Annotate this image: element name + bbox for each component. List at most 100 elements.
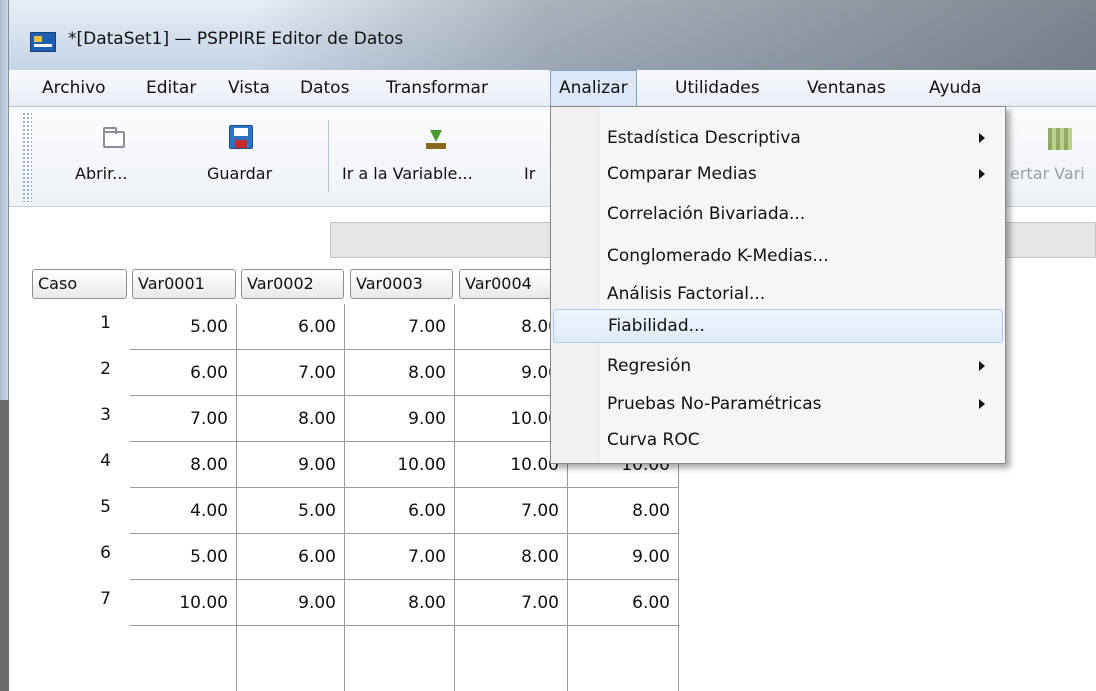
data-cell[interactable]: 4.00 [130,488,237,534]
psppire-app-icon[interactable] [30,32,56,52]
menu-label: Analizar [559,78,628,98]
column-header-caso[interactable]: Caso [32,269,127,299]
column-header-var0004[interactable]: Var0004 [459,269,562,299]
psppire-window: *[DataSet1] — PSPPIRE Editor de Datos Ar… [0,0,1096,691]
menu-label: Transformar [386,78,488,98]
data-cell[interactable]: 7.00 [130,396,237,442]
data-cell[interactable]: 8.00 [130,442,237,488]
row-header-case[interactable]: 5 [30,497,117,517]
data-cell[interactable]: 6.00 [345,488,455,534]
title-bar[interactable]: *[DataSet1] — PSPPIRE Editor de Datos [0,0,1096,70]
grid-column-line [678,626,679,691]
menu-transformar[interactable]: Transformar [378,70,496,107]
menu-item-curva-roc[interactable]: Curva ROC [553,423,1003,457]
data-cell[interactable]: 8.00 [568,488,679,534]
grid-column-line [454,626,455,691]
data-cell[interactable]: 7.00 [455,580,568,626]
menu-item-label: Pruebas No-Paramétricas [607,394,822,414]
menu-label: Ventanas [807,78,886,98]
menu-item-label: Fiabilidad... [608,316,705,336]
goto-variable-button[interactable]: Ir a la Variable... [342,164,473,183]
menu-label: Datos [300,78,350,98]
data-cell[interactable]: 5.00 [130,534,237,580]
menu-archivo[interactable]: Archivo [34,70,114,107]
submenu-arrow-icon [979,399,985,409]
data-cell[interactable]: 10.00 [130,580,237,626]
data-cell[interactable]: 7.00 [455,488,568,534]
data-cell[interactable]: 9.00 [345,396,455,442]
folder-open-icon[interactable] [103,127,125,148]
data-cell[interactable]: 8.00 [237,396,345,442]
save-button[interactable]: Guardar [207,164,272,183]
data-cell[interactable]: 5.00 [130,304,237,350]
grid-column-line [567,626,568,691]
data-cell[interactable]: 7.00 [345,534,455,580]
menu-ventanas[interactable]: Ventanas [799,70,894,107]
window-left-border [0,0,9,691]
menu-item-correlacion-bivariada[interactable]: Correlación Bivariada... [553,197,1003,231]
data-cell[interactable]: 6.00 [130,350,237,396]
submenu-arrow-icon [979,169,985,179]
submenu-arrow-icon [979,133,985,143]
data-cell[interactable]: 9.00 [237,580,345,626]
data-cell[interactable]: 5.00 [237,488,345,534]
menu-item-label: Estadística Descriptiva [607,128,801,148]
menu-bar: Archivo Editar Vista Datos Transformar A… [9,70,1096,108]
window-title: *[DataSet1] — PSPPIRE Editor de Datos [68,29,404,49]
menu-item-fiabilidad[interactable]: Fiabilidad... [553,309,1003,343]
menu-item-label: Análisis Factorial... [607,284,766,304]
data-cell[interactable]: 8.00 [345,350,455,396]
toolbar-grip[interactable] [22,112,32,202]
data-cell[interactable]: 9.00 [568,534,679,580]
menu-label: Vista [228,78,270,98]
toolbar-separator [328,120,329,192]
menu-item-conglomerado-k-medias[interactable]: Conglomerado K-Medias... [553,239,1003,273]
menu-item-pruebas-no-parametricas[interactable]: Pruebas No-Paramétricas [553,387,1003,421]
insert-variable-icon[interactable] [1048,128,1072,150]
data-cell[interactable]: 7.00 [345,304,455,350]
menu-item-estadistica-descriptiva[interactable]: Estadística Descriptiva [553,121,1003,155]
column-header-var0002[interactable]: Var0002 [241,269,344,299]
data-cell[interactable]: 9.00 [237,442,345,488]
menu-vista[interactable]: Vista [220,70,278,107]
menu-item-label: Comparar Medias [607,164,757,184]
data-cell[interactable]: 8.00 [455,534,568,580]
data-cell[interactable]: 6.00 [568,580,679,626]
row-header-case[interactable]: 1 [30,313,117,333]
row-header-case[interactable]: 2 [30,359,117,379]
open-button[interactable]: Abrir... [75,164,128,183]
row-header-case[interactable]: 7 [30,589,117,609]
analizar-dropdown-menu: Estadística Descriptiva Comparar Medias … [550,106,1006,464]
column-header-var0001[interactable]: Var0001 [132,269,236,299]
insert-variable-button[interactable]: ertar Vari [1010,164,1085,183]
menu-item-label: Regresión [607,356,692,376]
row-header-case[interactable]: 6 [30,543,117,563]
menu-item-label: Conglomerado K-Medias... [607,246,829,266]
goto-case-button-partial[interactable]: Ir [524,164,535,183]
data-cell[interactable]: 6.00 [237,304,345,350]
menu-label: Ayuda [929,78,982,98]
data-cell[interactable]: 10.00 [345,442,455,488]
row-header-case[interactable]: 3 [30,405,117,425]
submenu-arrow-icon [979,361,985,371]
menu-ayuda[interactable]: Ayuda [921,70,990,107]
menu-label: Editar [146,78,197,98]
menu-editar[interactable]: Editar [138,70,204,107]
menu-label: Archivo [42,78,106,98]
menu-datos[interactable]: Datos [292,70,357,107]
menu-item-analisis-factorial[interactable]: Análisis Factorial... [553,277,1003,311]
grid-column-line [236,626,237,691]
menu-item-comparar-medias[interactable]: Comparar Medias [553,157,1003,191]
grid-column-line [344,626,345,691]
row-header-case[interactable]: 4 [30,451,117,471]
goto-variable-icon[interactable] [426,130,446,150]
data-cell[interactable]: 7.00 [237,350,345,396]
data-cell[interactable]: 8.00 [345,580,455,626]
menu-utilidades[interactable]: Utilidades [667,70,768,107]
menu-item-regresion[interactable]: Regresión [553,349,1003,383]
floppy-save-icon[interactable] [229,125,253,149]
data-cell[interactable]: 6.00 [237,534,345,580]
menu-analizar[interactable]: Analizar [550,70,637,108]
menu-label: Utilidades [675,78,760,98]
column-header-var0003[interactable]: Var0003 [350,269,453,299]
